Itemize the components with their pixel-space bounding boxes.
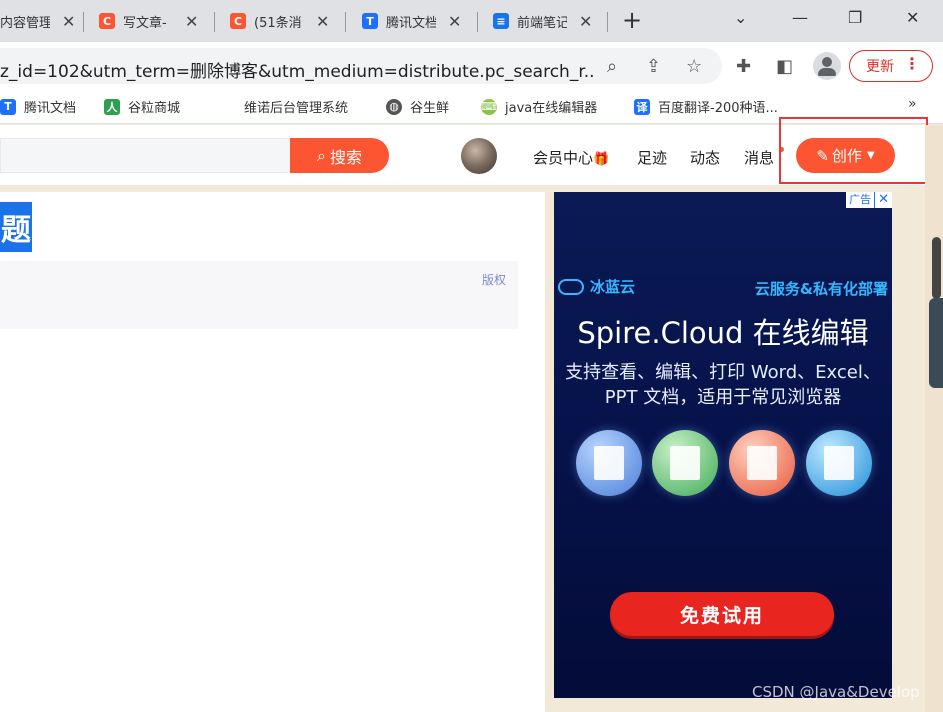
tab-search-chevron-icon[interactable]: ⌄	[734, 8, 747, 27]
tab-messages[interactable]: C (51条消 ✕	[230, 6, 329, 36]
nav-footprint[interactable]: 足迹	[637, 147, 667, 168]
ppt-icon	[729, 430, 795, 496]
address-bar[interactable]: z_id=102&utm_term=删除博客&utm_medium=distri…	[0, 48, 722, 84]
tab-write-article[interactable]: C 写文章- ✕	[99, 6, 198, 36]
article-panel: 题 版权	[0, 192, 545, 712]
csdn-watermark: CSDN @Java&Develop	[752, 683, 920, 701]
bookmark-label: 百度翻译-200种语...	[658, 101, 778, 116]
tab-title: 写文章-	[123, 15, 167, 31]
cloud-edit-icon	[806, 430, 872, 496]
cloud-logo-icon	[558, 278, 584, 295]
new-tab-icon[interactable]: +	[622, 6, 642, 34]
tencent-docs-icon: T	[362, 13, 378, 29]
close-tab-icon[interactable]: ✕	[185, 12, 198, 31]
bookmark-admin-system[interactable]: 维诺后台管理系统	[244, 97, 348, 116]
side-toolbar[interactable]	[929, 298, 943, 388]
annotation-highlight-box	[779, 117, 928, 184]
translate-icon: 译	[634, 98, 650, 115]
document-icon: ≡	[493, 13, 509, 29]
bookmark-star-icon[interactable]: ☆	[686, 56, 702, 77]
close-tab-icon[interactable]: ✕	[62, 12, 75, 31]
update-button-label: 更新	[866, 59, 894, 75]
bookmark-baidu-translate[interactable]: 译 百度翻译-200种语...	[634, 97, 778, 116]
editor-icon: ⌨	[481, 98, 497, 115]
share-icon[interactable]: ⇪	[646, 56, 661, 77]
article-title: 题	[0, 202, 32, 252]
tab-divider	[345, 12, 346, 32]
csdn-icon: C	[230, 13, 246, 29]
close-ad-icon[interactable]: ✕	[874, 192, 892, 208]
browser-toolbar: z_id=102&utm_term=删除博客&utm_medium=distri…	[0, 42, 943, 90]
bookmark-guli-mall[interactable]: 人 谷粒商城	[104, 97, 180, 116]
person-icon: 人	[104, 98, 120, 115]
tab-title: (51条消	[254, 15, 302, 31]
zoom-icon[interactable]: ⌕	[607, 56, 617, 77]
nav-dynamic[interactable]: 动态	[690, 147, 720, 168]
tab-divider	[477, 12, 478, 32]
ad-description: 支持查看、编辑、打印 Word、Excel、 PPT 文档，适用于常见浏览器	[554, 360, 892, 410]
bookmark-tencent-docs[interactable]: T 腾讯文档	[0, 97, 76, 116]
scrollbar-track[interactable]	[925, 125, 943, 712]
ad-brand: 冰蓝云	[558, 276, 635, 297]
tab-title: 前端笔记	[517, 15, 567, 31]
tab-divider	[214, 12, 215, 32]
close-window-icon[interactable]: ✕	[906, 8, 919, 27]
bookmark-label: 谷生鲜	[410, 101, 450, 116]
copyright-link[interactable]: 版权	[482, 271, 506, 288]
advertisement[interactable]: 广告 ✕ 冰蓝云 云服务&私有化部署 Spire.Cloud 在线编辑 支持查看…	[554, 192, 892, 698]
restore-icon[interactable]: ❐	[848, 8, 862, 27]
bookmark-label: 维诺后台管理系统	[244, 101, 349, 116]
ad-title: Spire.Cloud 在线编辑	[577, 316, 869, 350]
word-icon	[576, 430, 642, 496]
url-text[interactable]: z_id=102&utm_term=删除博客&utm_medium=distri…	[0, 57, 595, 82]
ad-brand-name: 冰蓝云	[590, 278, 636, 296]
bookmarks-overflow-icon[interactable]: »	[908, 96, 917, 112]
tab-title: 腾讯文档	[386, 15, 436, 31]
bookmark-java-editor[interactable]: ⌨ java在线编辑器	[481, 97, 597, 116]
tencent-docs-icon: T	[0, 98, 16, 115]
close-tab-icon[interactable]: ✕	[316, 12, 329, 31]
nav-vip-label: 会员中心	[533, 149, 594, 167]
scrollbar-thumb[interactable]	[932, 237, 941, 299]
bookmark-label: 谷粒商城	[128, 101, 181, 116]
tab-title: 内容管理	[0, 15, 50, 31]
bookmark-label: 腾讯文档	[24, 101, 77, 116]
ad-badge: 广告 ✕	[846, 192, 892, 208]
globe-icon: ◍	[386, 98, 402, 115]
ad-free-trial-button[interactable]: 免费试用	[610, 592, 834, 636]
tab-tencent-docs[interactable]: T 腾讯文档 ✕	[362, 6, 461, 36]
bookmark-fresh[interactable]: ◍ 谷生鲜	[386, 97, 449, 116]
user-avatar[interactable]	[461, 138, 497, 174]
close-tab-icon[interactable]: ✕	[448, 12, 461, 31]
tab-divider	[607, 12, 608, 32]
more-menu-icon[interactable]: ⋮	[904, 54, 920, 74]
tab-frontend-notes[interactable]: ≡ 前端笔记 ✕	[493, 6, 592, 36]
nav-vip-center[interactable]: 会员中心🎁	[533, 147, 609, 168]
search-input[interactable]	[0, 138, 300, 173]
article-info-box: 版权	[0, 261, 518, 329]
search-button-label: 搜索	[329, 147, 362, 167]
ad-label: 广告	[849, 193, 872, 206]
tab-divider	[83, 12, 84, 32]
csdn-icon: C	[99, 13, 115, 29]
tab-strip: 内容管理 ✕ C 写文章- ✕ C (51条消 ✕ T 腾讯文档 ✕ ≡ 前端笔…	[0, 0, 943, 42]
excel-icon	[652, 430, 718, 496]
search-icon: ⌕	[317, 145, 326, 165]
close-tab-icon[interactable]: ✕	[579, 12, 592, 31]
ad-desc-line: 支持查看、编辑、打印 Word、Excel、	[565, 362, 881, 383]
minimize-icon[interactable]: —	[792, 8, 808, 27]
bookmark-label: java在线编辑器	[505, 101, 598, 116]
ad-slogan: 云服务&私有化部署	[754, 280, 888, 298]
ad-desc-line: PPT 文档，适用于常见浏览器	[604, 387, 842, 408]
extensions-icon[interactable]: ✚	[736, 56, 751, 77]
tab-content-manage[interactable]: 内容管理 ✕	[0, 6, 75, 36]
gift-icon: 🎁	[593, 152, 610, 167]
nav-messages[interactable]: 消息	[744, 147, 774, 168]
profile-avatar-icon[interactable]	[813, 52, 841, 80]
update-button[interactable]: 更新 ⋮	[849, 50, 933, 82]
search-button[interactable]: ⌕ 搜索	[290, 138, 389, 173]
side-panel-icon[interactable]: ◧	[776, 56, 793, 77]
